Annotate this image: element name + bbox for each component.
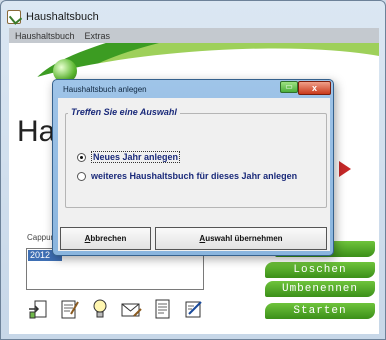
import-icon[interactable] (27, 298, 49, 320)
start-button[interactable]: Starten (265, 303, 375, 319)
menu-bar: Haushaltsbuch Extras (9, 28, 379, 43)
create-dialog: Haushaltsbuch anlegen ▭ x Treffen Sie ei… (52, 79, 334, 256)
close-icon[interactable]: x (298, 81, 331, 95)
option-new-year[interactable]: Neues Jahr anlegen (77, 151, 181, 163)
title-bar: Haushaltsbuch (7, 9, 99, 25)
delete-button[interactable]: Loschen (265, 262, 375, 278)
rename-button[interactable]: Umbenennen (265, 281, 375, 297)
minimize-icon[interactable]: ▭ (280, 81, 298, 93)
option-label[interactable]: Neues Jahr anlegen (91, 151, 181, 163)
menu-haushaltsbuch[interactable]: Haushaltsbuch (15, 31, 75, 41)
document-icon[interactable] (151, 298, 173, 320)
cancel-button[interactable]: Abbrechen (60, 227, 151, 250)
notepad-icon[interactable] (58, 298, 80, 320)
edit-icon[interactable] (182, 298, 204, 320)
menu-extras[interactable]: Extras (85, 31, 111, 41)
option-label[interactable]: weiteres Haushaltsbuch für dieses Jahr a… (91, 171, 297, 181)
radio-button[interactable] (77, 152, 86, 162)
mail-icon[interactable] (120, 298, 142, 320)
group-title: Treffen Sie eine Auswahl (68, 107, 180, 117)
app-icon (7, 10, 21, 24)
arrow-icon (339, 161, 351, 177)
lightbulb-icon[interactable] (89, 298, 111, 320)
accept-button[interactable]: Auswahl übernehmen (155, 227, 327, 250)
dialog-title: Haushaltsbuch anlegen (63, 85, 147, 94)
option-additional-book[interactable]: weiteres Haushaltsbuch für dieses Jahr a… (77, 171, 297, 181)
toolbar (27, 295, 204, 323)
window-title: Haushaltsbuch (26, 11, 99, 23)
radio-button[interactable] (77, 171, 86, 181)
